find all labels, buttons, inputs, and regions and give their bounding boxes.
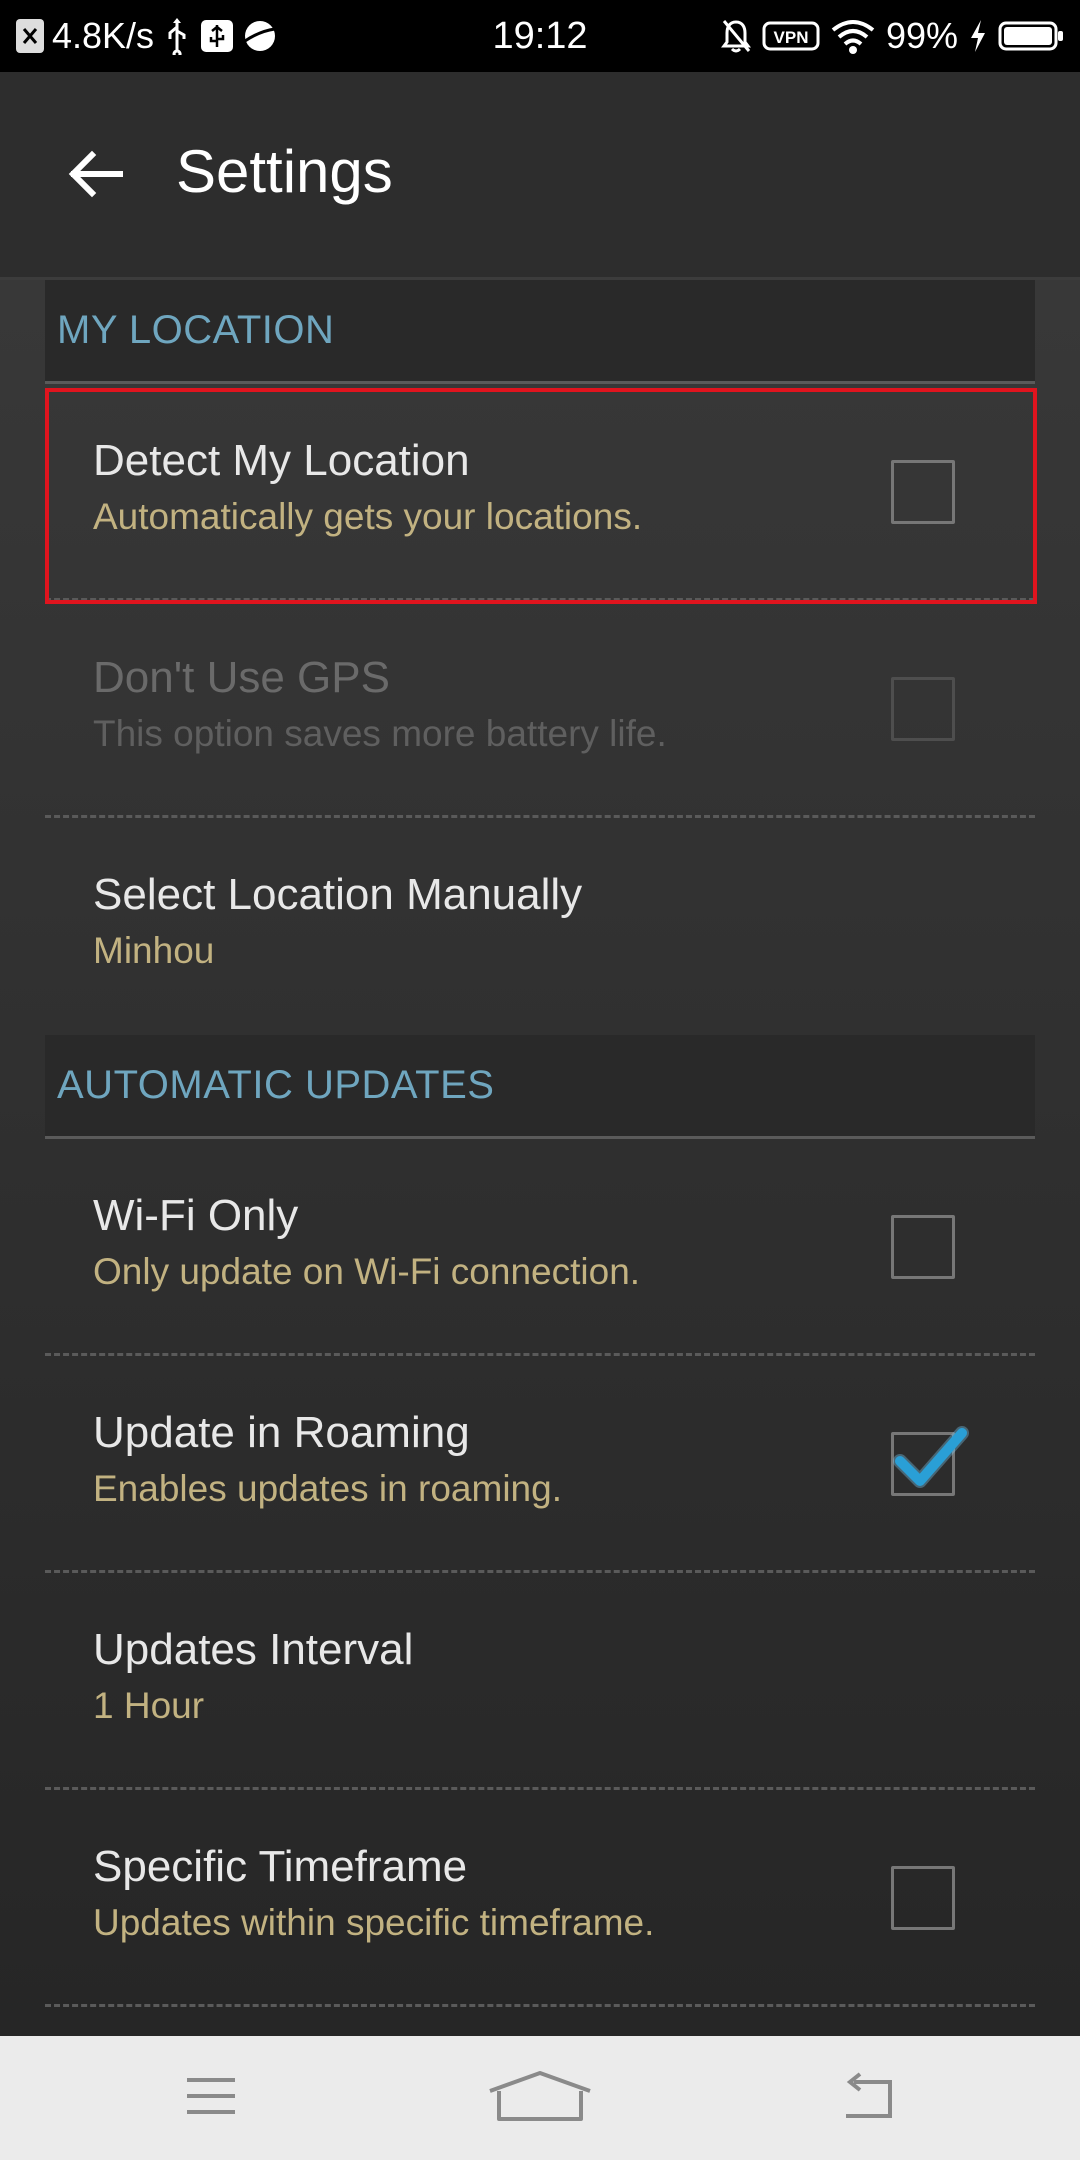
- pref-summary: This option saves more battery life.: [93, 713, 667, 754]
- pref-title: Updates Interval: [93, 1625, 414, 1674]
- menu-button[interactable]: [161, 2058, 261, 2138]
- app-bar: Settings: [0, 72, 1080, 280]
- status-right: VPN 99%: [720, 0, 1064, 72]
- home-icon: [485, 2069, 595, 2128]
- settings-list: MY LOCATION Detect My Location Automatic…: [45, 280, 1035, 2007]
- wifi-only-checkbox[interactable]: [891, 1215, 955, 1279]
- usb-icon: [162, 17, 192, 55]
- network-speed: 4.8K/s: [52, 15, 155, 56]
- update-in-roaming-checkbox[interactable]: [891, 1426, 969, 1496]
- pref-dont-use-gps: Don't Use GPS This option saves more bat…: [45, 601, 1035, 818]
- wifi-icon: [830, 17, 876, 55]
- battery-percent: 99%: [885, 15, 958, 56]
- pref-detect-my-location[interactable]: Detect My Location Automatically gets yo…: [45, 384, 1035, 601]
- checkmark-icon: [893, 1426, 969, 1488]
- charging-icon: [968, 17, 988, 55]
- back-nav-icon: [840, 2071, 896, 2125]
- status-bar: 4.8K/s 19:12 VPN 99%: [0, 0, 1080, 72]
- pref-title: Select Location Manually: [93, 870, 583, 919]
- arrow-left-icon: [68, 150, 124, 203]
- battery-icon: [998, 17, 1064, 55]
- section-header-automatic-updates: AUTOMATIC UPDATES: [45, 1035, 1035, 1139]
- pref-title: Don't Use GPS: [93, 653, 390, 702]
- pref-select-location-manually[interactable]: Select Location Manually Minhou: [45, 818, 1035, 1035]
- pref-title: Update in Roaming: [93, 1408, 470, 1457]
- browser-icon: [242, 17, 278, 55]
- bell-off-icon: [720, 17, 752, 55]
- pref-title: Detect My Location: [93, 436, 470, 485]
- pref-summary: Minhou: [93, 930, 215, 971]
- back-nav-button[interactable]: [818, 2058, 918, 2138]
- pref-specific-timeframe[interactable]: Specific Timeframe Updates within specif…: [45, 1790, 1035, 2007]
- menu-icon: [184, 2074, 238, 2123]
- specific-timeframe-checkbox[interactable]: [891, 1866, 955, 1930]
- pref-summary: 1 Hour: [93, 1685, 205, 1726]
- page-title: Settings: [176, 138, 393, 205]
- pref-summary: Automatically gets your locations.: [93, 496, 643, 537]
- close-notification-icon: [16, 17, 44, 55]
- svg-text:VPN: VPN: [773, 28, 808, 47]
- pref-summary: Enables updates in roaming.: [93, 1468, 562, 1509]
- navigation-bar: [0, 2036, 1080, 2160]
- back-button[interactable]: [56, 136, 136, 216]
- pref-title: Specific Timeframe: [93, 1842, 468, 1891]
- dont-use-gps-checkbox: [891, 677, 955, 741]
- pref-title: Wi-Fi Only: [93, 1191, 299, 1240]
- usb-debug-icon: [200, 17, 234, 55]
- pref-summary: Only update on Wi-Fi connection.: [93, 1251, 641, 1292]
- pref-summary: Updates within specific timeframe.: [93, 1902, 655, 1943]
- pref-updates-interval[interactable]: Updates Interval 1 Hour: [45, 1573, 1035, 1790]
- detect-my-location-checkbox[interactable]: [891, 460, 955, 524]
- pref-update-in-roaming[interactable]: Update in Roaming Enables updates in roa…: [45, 1356, 1035, 1573]
- vpn-icon: VPN: [762, 17, 820, 55]
- pref-wifi-only[interactable]: Wi-Fi Only Only update on Wi-Fi connecti…: [45, 1139, 1035, 1356]
- settings-content[interactable]: MY LOCATION Detect My Location Automatic…: [0, 280, 1080, 2036]
- section-header-my-location: MY LOCATION: [45, 280, 1035, 384]
- status-left: 4.8K/s: [16, 0, 278, 72]
- home-button[interactable]: [489, 2058, 591, 2138]
